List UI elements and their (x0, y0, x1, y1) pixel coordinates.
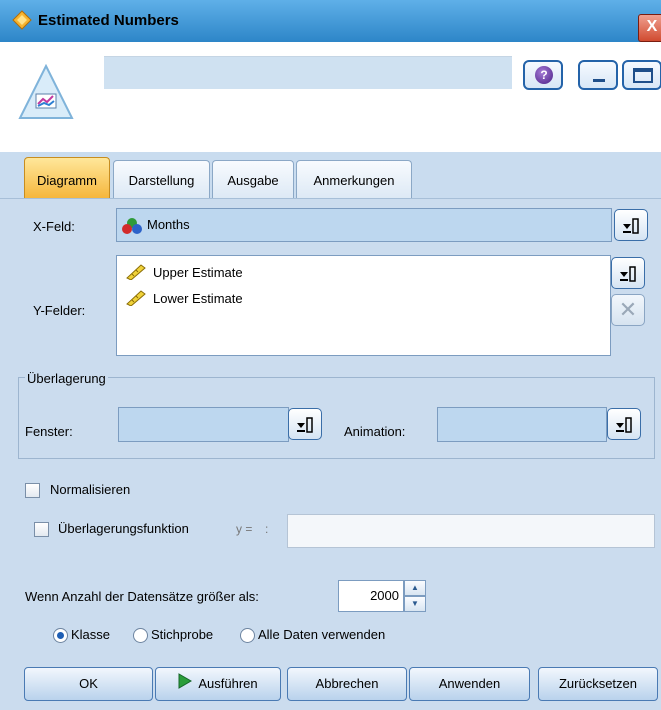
radio-klasse-label: Klasse (71, 627, 111, 642)
minimize-icon (593, 79, 605, 82)
tab-diagramm[interactable]: Diagramm (24, 157, 110, 199)
field-picker-icon (297, 417, 313, 433)
ruler-icon (125, 290, 147, 309)
node-diamond-icon (12, 10, 32, 33)
animation-label: Animation: (344, 424, 406, 439)
tab-ausgabe[interactable]: Ausgabe (212, 160, 294, 198)
overlay-group-title: Überlagerung (25, 371, 108, 386)
y-field-value: Lower Estimate (153, 290, 243, 306)
radio-stichprobe[interactable] (133, 628, 148, 643)
field-picker-icon (620, 266, 636, 282)
plot-node-icon (18, 63, 74, 120)
window-title: Estimated Numbers (38, 12, 179, 29)
animation-picker-button[interactable] (607, 408, 641, 440)
maximize-button[interactable] (622, 60, 661, 90)
spin-down-icon[interactable]: ▼ (404, 596, 426, 612)
records-spinner[interactable]: ▲ ▼ (404, 580, 426, 612)
animation-field-input[interactable] (437, 407, 607, 442)
remove-field-button[interactable]: ✕ (611, 294, 645, 326)
close-button[interactable]: X (638, 14, 661, 42)
help-icon: ? (535, 66, 553, 84)
field-picker-icon (623, 218, 639, 234)
x-field-label: X-Feld: (33, 219, 75, 234)
y-field-value: Upper Estimate (153, 264, 243, 280)
normalize-checkbox[interactable] (25, 483, 40, 498)
x-field-picker-button[interactable] (614, 209, 648, 241)
help-button[interactable]: ? (523, 60, 563, 90)
run-button-label: Ausführen (198, 676, 258, 691)
radio-stichprobe-label: Stichprobe (151, 627, 214, 642)
spin-up-icon[interactable]: ▲ (404, 580, 426, 596)
radio-alle-daten-label: Alle Daten verwenden (258, 627, 386, 642)
field-picker-icon (616, 417, 632, 433)
cancel-button[interactable]: Abbrechen (287, 667, 407, 701)
ok-button[interactable]: OK (24, 667, 153, 701)
maximize-icon (633, 68, 653, 83)
reset-button[interactable]: Zurücksetzen (538, 667, 658, 701)
title-bar[interactable]: Estimated Numbers X (0, 0, 661, 42)
run-button[interactable]: Ausführen (155, 667, 281, 701)
x-field-value: Months (147, 217, 190, 232)
radio-alle-daten[interactable] (240, 628, 255, 643)
radio-klasse[interactable] (53, 628, 68, 643)
apply-button[interactable]: Anwenden (409, 667, 530, 701)
overlay-function-label: Überlagerungsfunktion (58, 521, 189, 536)
list-item[interactable]: Lower Estimate (125, 290, 243, 309)
list-item[interactable]: Upper Estimate (125, 264, 243, 283)
y-fields-picker-button[interactable] (611, 257, 645, 289)
dialog-window: Estimated Numbers X ? Diagramm Darstellu… (0, 0, 661, 710)
y-equals-label: y = (236, 522, 253, 536)
ruler-icon (125, 264, 147, 283)
play-icon (178, 669, 193, 701)
y-fields-label: Y-Felder: (33, 303, 86, 318)
nominal-field-icon (121, 217, 143, 238)
minimize-button[interactable] (578, 60, 618, 90)
normalize-label: Normalisieren (50, 482, 131, 497)
overlay-function-input[interactable] (287, 514, 655, 548)
records-threshold-label: Wenn Anzahl der Datensätze größer als: (25, 589, 259, 604)
x-field-input[interactable]: Months (116, 208, 612, 242)
window-label: Fenster: (25, 424, 73, 439)
y-fields-list[interactable]: Upper Estimate Lower Estimate (116, 255, 611, 356)
window-picker-button[interactable] (288, 408, 322, 440)
overlay-function-checkbox[interactable] (34, 522, 49, 537)
window-field-input[interactable] (118, 407, 289, 442)
node-name-field[interactable] (104, 56, 512, 89)
tab-anmerkungen[interactable]: Anmerkungen (296, 160, 412, 198)
tab-darstellung[interactable]: Darstellung (113, 160, 210, 198)
records-threshold-input[interactable]: 2000 (338, 580, 404, 612)
